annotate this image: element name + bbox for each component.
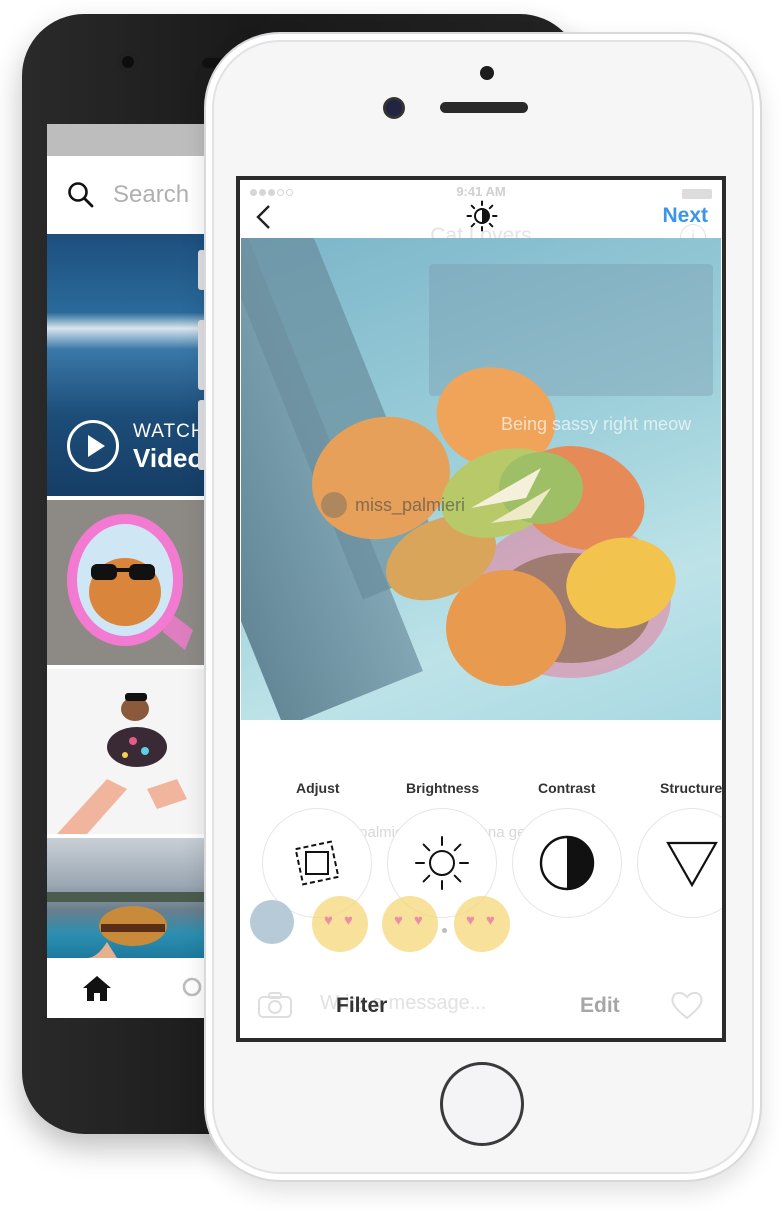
tool-structure-button[interactable]: [637, 808, 722, 918]
brightness-icon: [415, 836, 469, 890]
burger-image: [47, 892, 207, 958]
home-button[interactable]: [440, 1062, 524, 1146]
proximity-sensor: [480, 66, 494, 80]
editor-header: Next: [240, 194, 722, 240]
home-icon[interactable]: [81, 974, 113, 1002]
editor-bottom-tabs: Write a message... Filter Edit: [240, 980, 722, 1038]
dog-image: [47, 669, 207, 834]
explore-video-tile[interactable]: WATCH Videos: [47, 234, 207, 496]
front-camera: [386, 100, 402, 116]
earpiece-speaker: [440, 102, 528, 113]
tool-label-contrast: Contrast: [538, 780, 596, 796]
tool-label-adjust: Adjust: [296, 780, 340, 796]
heart-eyes-cat-icon: [382, 896, 438, 952]
front-camera: [118, 52, 138, 72]
videos-label: Videos: [133, 442, 207, 473]
tab-filter[interactable]: Filter: [336, 994, 387, 1018]
search-icon: [68, 182, 94, 208]
contrast-icon: [539, 835, 595, 891]
tab-edit[interactable]: Edit: [580, 994, 620, 1018]
succulent-image: [312, 367, 676, 686]
tool-label-structure: Structure: [660, 780, 723, 796]
camera-icon: [258, 992, 292, 1018]
explore-tile-dog[interactable]: [47, 669, 207, 834]
heart-eyes-cat-icon: [454, 896, 510, 952]
iphone-screen: 9:41 AM Cat Lovers i Being sassy right m…: [236, 176, 726, 1042]
adjust-icon: [294, 840, 340, 886]
explore-tile-cat[interactable]: [47, 500, 207, 665]
next-button[interactable]: Next: [662, 204, 708, 228]
avatar: [250, 900, 294, 944]
ghost-username: miss_palmieri: [321, 492, 465, 518]
page-dot: [442, 928, 447, 933]
ghost-username-text: miss_palmieri: [355, 494, 466, 515]
watch-label: WATCH: [133, 420, 206, 442]
play-icon: [67, 420, 119, 472]
photo-preview: Being sassy right meow miss_palmieri: [241, 238, 721, 720]
watch-videos-badge[interactable]: WATCH Videos: [67, 420, 207, 472]
structure-icon: [666, 841, 718, 888]
back-chevron-icon[interactable]: [254, 204, 272, 230]
cat-mirror-image: [47, 500, 207, 665]
tool-label-brightness: Brightness: [406, 780, 480, 796]
explore-tile-burger[interactable]: [47, 838, 207, 958]
heart-eyes-cat-icon: [312, 896, 368, 952]
ghost-message-text: Being sassy right meow: [501, 414, 692, 434]
brightness-toggle-icon[interactable]: [466, 200, 498, 232]
ghost-sticker-row: [250, 896, 550, 956]
search-input[interactable]: Search: [113, 181, 189, 209]
heart-icon: [671, 991, 703, 1020]
